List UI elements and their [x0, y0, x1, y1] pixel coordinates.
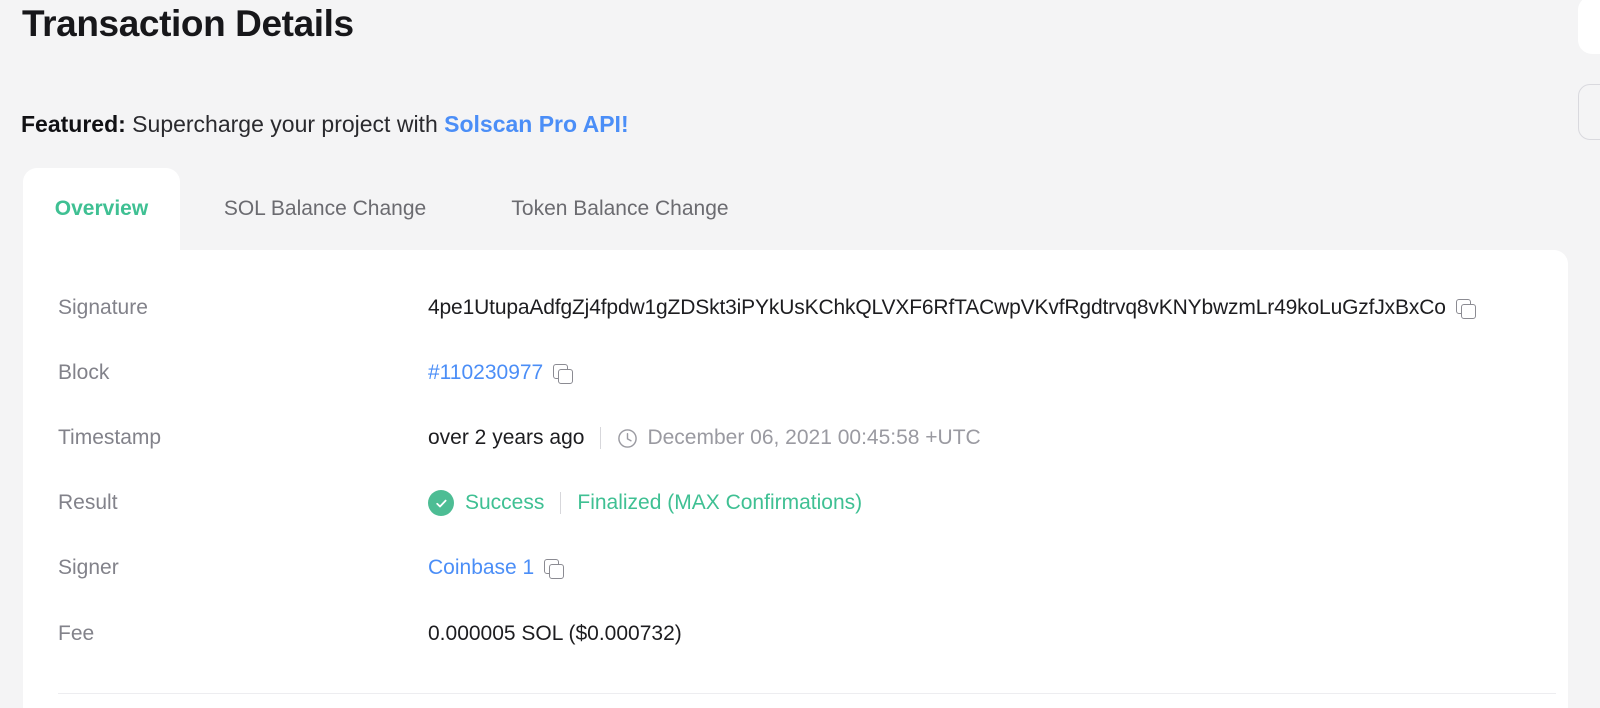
row-value: Success Finalized (MAX Confirmations) — [428, 488, 862, 518]
row-label: Block — [58, 361, 110, 384]
row-value: 0.000005 SOL ($0.000732) — [428, 619, 682, 649]
fee-value: 0.000005 SOL ($0.000732) — [428, 622, 682, 645]
row-value: Coinbase 1 — [428, 553, 565, 583]
confirmation-status: Finalized (MAX Confirmations) — [577, 491, 863, 514]
page-title: Transaction Details — [22, 3, 354, 44]
row-value: over 2 years ago December 06, 2021 00:45… — [428, 423, 981, 453]
copy-icon[interactable] — [544, 558, 565, 579]
copy-icon[interactable] — [1455, 298, 1476, 319]
tab-bar: Overview SOL Balance Change Token Balanc… — [0, 168, 1600, 250]
check-circle-icon — [428, 490, 454, 516]
row-label: Result — [58, 491, 118, 514]
row-label: Fee — [58, 622, 95, 645]
divider — [600, 427, 602, 449]
status-badge: Success — [465, 491, 545, 514]
section-divider — [58, 693, 1556, 694]
featured-banner: Featured: Supercharge your project with … — [21, 108, 629, 141]
offscreen-panel-edge — [1578, 0, 1600, 54]
tab-token-balance-change-label: Token Balance Change — [511, 197, 729, 220]
signer-link[interactable]: Coinbase 1 — [428, 553, 534, 583]
detail-row-signer: Signer Coinbase 1 — [23, 553, 1568, 583]
tab-token-balance-change[interactable]: Token Balance Change — [470, 168, 770, 250]
solscan-pro-api-link[interactable]: Solscan Pro API! — [444, 111, 628, 137]
row-label: Signature — [58, 296, 148, 319]
row-label: Timestamp — [58, 426, 162, 449]
featured-label: Featured: — [21, 111, 126, 137]
detail-row-signature: Signature 4pe1UtupaAdfgZj4fpdw1gZDSkt3iP… — [23, 293, 1568, 323]
divider — [560, 492, 562, 514]
row-value: 4pe1UtupaAdfgZj4fpdw1gZDSkt3iPYkUsKChkQL… — [428, 293, 1476, 323]
detail-row-fee: Fee 0.000005 SOL ($0.000732) — [23, 619, 1568, 649]
offscreen-input-edge[interactable] — [1578, 84, 1600, 140]
signature-value: 4pe1UtupaAdfgZj4fpdw1gZDSkt3iPYkUsKChkQL… — [428, 296, 1446, 319]
detail-row-block: Block #110230977 — [23, 358, 1568, 388]
tab-sol-balance-change[interactable]: SOL Balance Change — [180, 168, 470, 250]
copy-icon[interactable] — [553, 363, 574, 384]
clock-icon — [618, 428, 638, 448]
row-value: #110230977 — [428, 358, 574, 388]
tab-sol-balance-change-label: SOL Balance Change — [223, 197, 427, 220]
block-link[interactable]: #110230977 — [428, 358, 543, 388]
overview-panel: Signature 4pe1UtupaAdfgZj4fpdw1gZDSkt3iP… — [23, 250, 1568, 708]
detail-row-result: Result Success Finalized (MAX Confirmati… — [23, 488, 1568, 518]
row-label: Signer — [58, 556, 119, 579]
tab-overview-label: Overview — [54, 197, 149, 220]
featured-body: Supercharge your project with — [125, 111, 445, 137]
timestamp-relative: over 2 years ago — [428, 426, 585, 449]
detail-row-timestamp: Timestamp over 2 years ago December 06, … — [23, 423, 1568, 453]
tab-overview[interactable]: Overview — [23, 168, 180, 250]
timestamp-absolute: December 06, 2021 00:45:58 +UTC — [647, 426, 981, 449]
transaction-details-page: Transaction Details Featured: Supercharg… — [0, 0, 1600, 708]
